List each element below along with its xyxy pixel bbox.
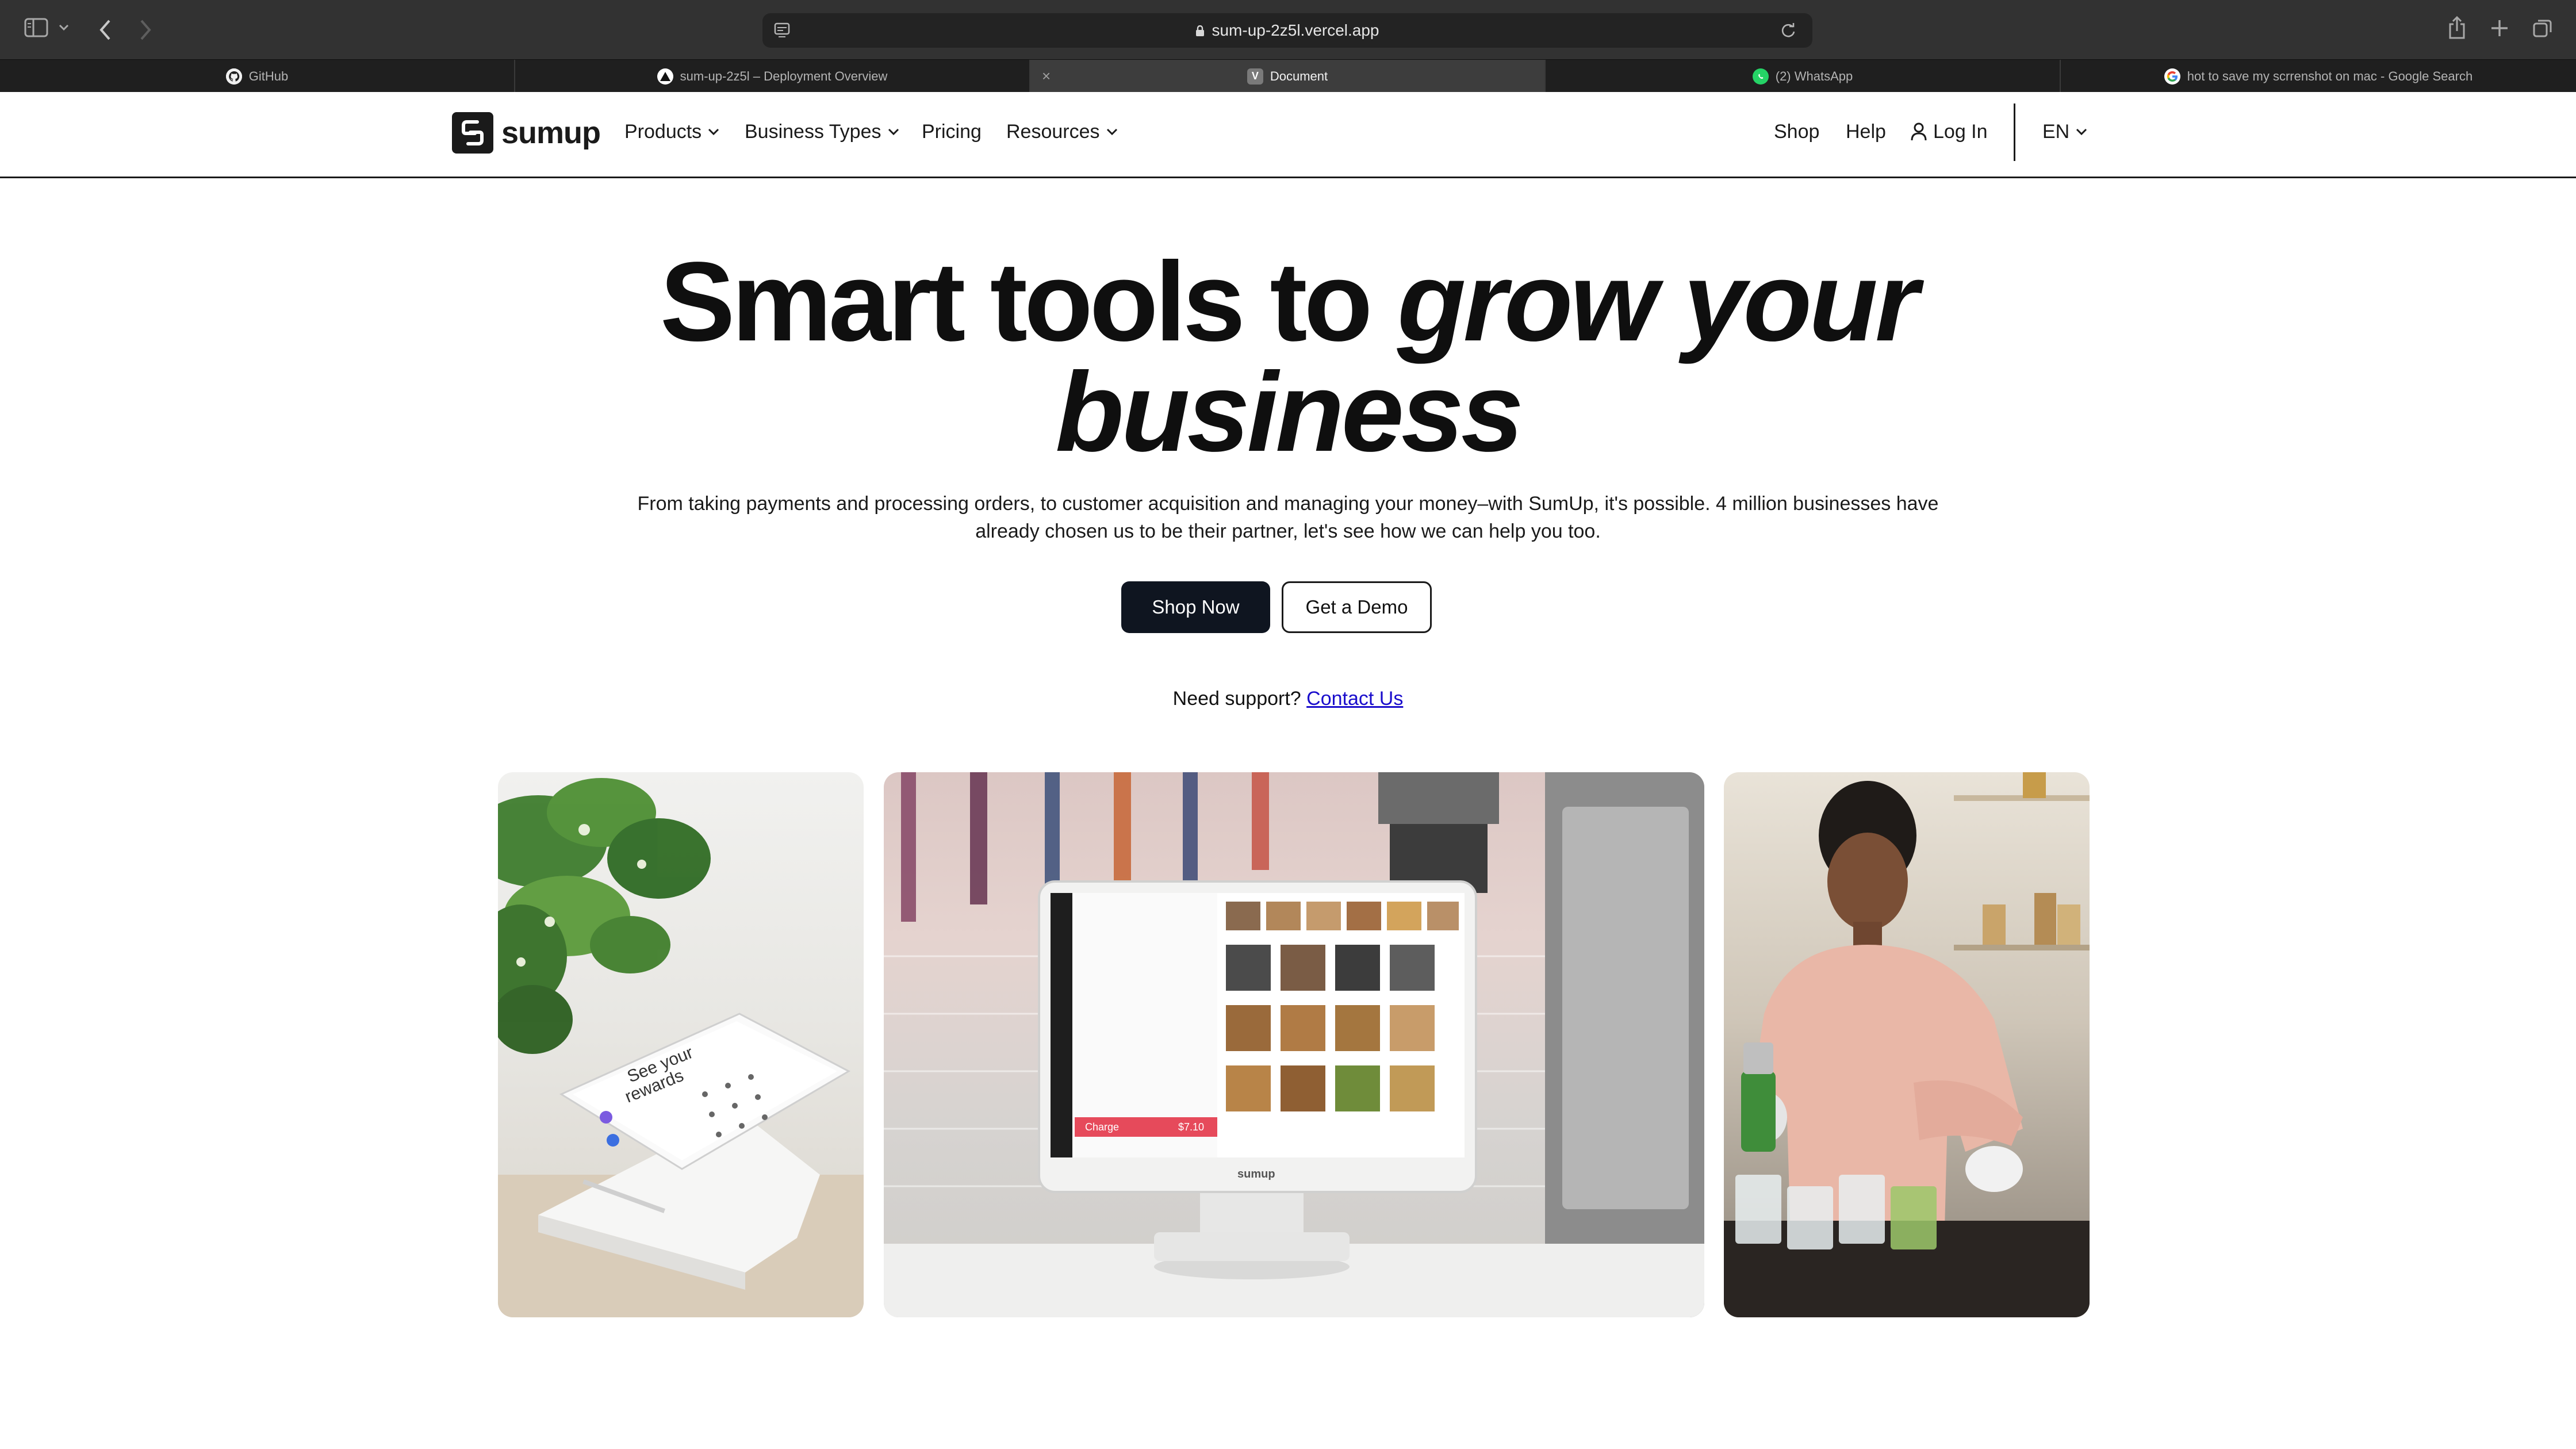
pos-charge-amount: $7.10 [1178,1121,1204,1133]
nav-business-types[interactable]: Business Types [745,117,900,146]
tab-vercel-deployment[interactable]: sum-up-2z5l – Deployment Overview [515,60,1030,93]
header-divider [2014,103,2015,161]
hero-title-emphasis: business [1055,349,1524,475]
sumup-logo[interactable]: sumup [452,111,601,154]
tab-label: (2) WhatsApp [1775,68,1853,83]
logo-text: sumup [501,115,601,150]
nav-help[interactable]: Help [1846,117,1886,146]
url-field[interactable]: sum-up-2z5l.vercel.app [762,13,1812,48]
chevron-down-icon [708,128,719,136]
site-header: sumup Products Business Types Pricing Re… [0,92,2576,178]
hero-subtitle: From taking payments and processing orde… [637,493,1939,542]
document-icon: V [1247,68,1263,85]
chevron-down-icon[interactable] [59,24,69,49]
get-a-demo-button[interactable]: Get a Demo [1282,581,1432,633]
nav-resources[interactable]: Resources [1006,117,1118,146]
nav-shop[interactable]: Shop [1774,117,1819,146]
sumup-logo-icon [452,112,493,154]
nav-label: Products [624,121,702,143]
new-tab-icon[interactable] [2490,18,2509,44]
support-text: Need support? [1172,688,1301,710]
shop-now-button[interactable]: Shop Now [1121,581,1270,633]
browser-toolbar: sum-up-2z5l.vercel.app [0,0,2576,59]
github-icon [225,68,242,85]
nav-label: Shop [1774,121,1820,143]
chevron-down-icon [1106,128,1117,136]
pos-brand-text: sumup [1237,1168,1275,1180]
nav-pricing[interactable]: Pricing [922,117,982,146]
sidebar-toggle-icon[interactable] [24,17,49,43]
address-bar[interactable]: sum-up-2z5l.vercel.app [762,13,1812,48]
vercel-icon [657,68,673,85]
tab-overview-icon[interactable] [2532,18,2553,44]
contact-us-link[interactable]: Contact Us [1306,688,1403,710]
tab-label: GitHub [248,68,289,83]
language-label: EN [2042,121,2070,143]
user-icon [1911,122,1927,141]
forward-icon[interactable] [139,18,153,44]
tab-label: Document [1270,68,1328,83]
tab-github[interactable]: GitHub [0,60,515,93]
language-selector[interactable]: EN [2042,117,2088,146]
nav-label: Help [1846,121,1886,143]
tab-label: sum-up-2z5l – Deployment Overview [680,68,888,83]
close-tab-icon[interactable]: × [1042,68,1051,84]
chevron-down-icon [2076,128,2087,136]
nav-label: Pricing [922,121,982,143]
hero-title-line-2: business [0,356,2576,469]
nav-log-in[interactable]: Log In [1910,117,1988,146]
nav-products[interactable]: Products [624,117,720,146]
card-reader-rewards-image: See your rewards [498,772,864,1317]
support-line: Need support? Contact Us [0,688,2576,710]
tab-google-search[interactable]: hot to save my scrrenshot on mac - Googl… [2061,60,2576,93]
pos-terminal-cafe-image: Charge $7.10 sumup [884,772,1704,1317]
lock-icon [1196,25,1205,36]
tab-document[interactable]: × V Document [1030,60,1546,93]
hero-title-line-1: Smart tools to grow your [0,246,2576,358]
back-icon[interactable] [98,18,112,44]
tab-label: hot to save my scrrenshot on mac - Googl… [2187,68,2473,83]
reload-icon[interactable] [1779,21,1797,43]
whatsapp-icon [1752,68,1769,85]
tab-bar: GitHub sum-up-2z5l – Deployment Overview… [0,59,2576,93]
hero-title-plain: Smart tools to [660,239,1373,365]
url-text: sum-up-2z5l.vercel.app [1212,21,1379,39]
google-icon [2164,68,2180,85]
chevron-down-icon [888,128,899,136]
tab-whatsapp[interactable]: (2) WhatsApp [1546,60,2061,93]
hero-title-emphasis: grow your [1397,239,1919,365]
nav-label: Business Types [745,121,881,143]
share-icon[interactable] [2447,15,2467,40]
barista-preparing-drinks-image [1724,772,2090,1317]
nav-label: Log In [1933,121,1988,143]
pos-charge-label: Charge [1085,1121,1119,1133]
nav-label: Resources [1006,121,1100,143]
